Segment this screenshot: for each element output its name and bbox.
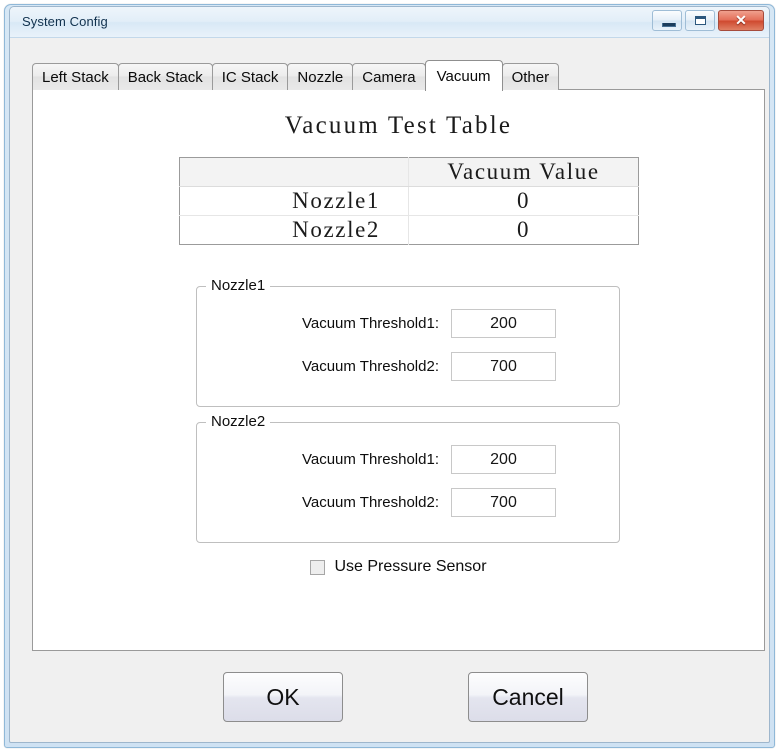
window-controls: ✕ [652, 10, 764, 31]
nozzle1-threshold1-row: Vacuum Threshold1: 200 [211, 309, 556, 338]
vacuum-tab-panel: Vacuum Test Table Vacuum Value Nozzle1 0… [32, 89, 765, 651]
nozzle2-group-legend: Nozzle2 [206, 413, 271, 430]
tab-left-stack[interactable]: Left Stack [32, 63, 119, 90]
table-header-blank [179, 157, 409, 187]
nozzle1-threshold2-row: Vacuum Threshold2: 700 [211, 352, 556, 381]
table-title: Vacuum Test Table [284, 112, 513, 139]
nozzle2-threshold1-row: Vacuum Threshold1: 200 [211, 445, 556, 474]
window-body: System Config ✕ Left Stack Back Stack IC… [9, 6, 770, 743]
table-header-vacuum-value: Vacuum Value [408, 157, 639, 187]
maximize-icon [695, 16, 706, 25]
table-cell-nozzle-name: Nozzle2 [179, 215, 409, 245]
nozzle1-group: Nozzle1 Vacuum Threshold1: 200 Vacuum Th… [196, 277, 620, 407]
vacuum-test-table: Vacuum Value Nozzle1 0 Nozzle2 0 [179, 157, 639, 245]
tab-back-stack[interactable]: Back Stack [117, 63, 213, 90]
nozzle1-threshold2-label: Vacuum Threshold2: [301, 358, 439, 375]
nozzle2-threshold1-label: Vacuum Threshold1: [301, 451, 439, 468]
table-cell-vacuum-value: 0 [408, 186, 639, 216]
maximize-button[interactable] [685, 10, 715, 31]
minimize-icon [662, 23, 676, 27]
tab-other[interactable]: Other [501, 63, 560, 90]
use-pressure-sensor-row[interactable]: Use Pressure Sensor [33, 558, 764, 576]
cancel-button[interactable]: Cancel [468, 672, 588, 722]
close-icon: ✕ [735, 12, 747, 28]
nozzle2-group: Nozzle2 Vacuum Threshold1: 200 Vacuum Th… [196, 413, 620, 543]
nozzle1-threshold1-input[interactable]: 200 [451, 309, 556, 338]
minimize-button[interactable] [652, 10, 682, 31]
tab-nozzle[interactable]: Nozzle [287, 63, 354, 90]
table-cell-vacuum-value: 0 [516, 217, 531, 242]
tab-strip: Left Stack Back Stack IC Stack Nozzle Ca… [32, 60, 560, 91]
ok-button[interactable]: OK [223, 672, 343, 722]
tab-ic-stack[interactable]: IC Stack [211, 63, 289, 90]
tab-camera[interactable]: Camera [352, 63, 426, 90]
close-button[interactable]: ✕ [718, 10, 764, 31]
window-frame: System Config ✕ Left Stack Back Stack IC… [4, 4, 775, 748]
window-title: System Config [22, 14, 108, 29]
table-header-row: Vacuum Value [179, 157, 639, 187]
tab-vacuum[interactable]: Vacuum [424, 60, 503, 91]
nozzle2-threshold1-input[interactable]: 200 [451, 445, 556, 474]
table-cell-nozzle-name: Nozzle1 [179, 186, 409, 216]
table-row: Nozzle1 0 [179, 186, 639, 216]
table-row: Nozzle2 0 [179, 215, 639, 245]
title-bar[interactable]: System Config ✕ [10, 7, 769, 38]
nozzle1-group-legend: Nozzle1 [206, 277, 271, 294]
use-pressure-sensor-checkbox[interactable] [310, 559, 326, 575]
nozzle1-threshold1-label: Vacuum Threshold1: [301, 315, 439, 332]
use-pressure-sensor-label: Use Pressure Sensor [334, 558, 487, 575]
nozzle2-threshold2-input[interactable]: 700 [451, 488, 556, 517]
dialog-footer: OK Cancel [10, 664, 769, 734]
nozzle2-threshold2-label: Vacuum Threshold2: [301, 494, 439, 511]
nozzle2-threshold2-row: Vacuum Threshold2: 700 [211, 488, 556, 517]
nozzle1-threshold2-input[interactable]: 700 [451, 352, 556, 381]
